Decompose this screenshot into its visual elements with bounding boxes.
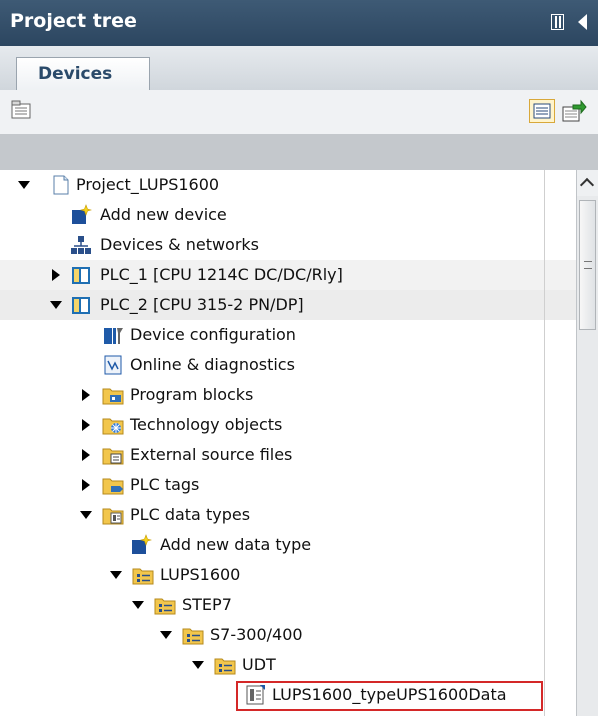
diagnostics-icon: [104, 355, 122, 375]
network-icon: [71, 236, 91, 254]
tree-item-label: Devices & networks: [100, 235, 260, 254]
folder-group-icon: [132, 568, 154, 585]
tree-item-label: Online & diagnostics: [130, 355, 295, 374]
plc-icon: [72, 297, 90, 314]
tree-item-label: PLC tags: [130, 475, 200, 494]
panel-title: Project tree: [10, 10, 137, 32]
expand-arrow-icon[interactable]: [18, 181, 30, 189]
split-view-icon[interactable]: [551, 14, 564, 30]
plc-icon: [72, 267, 90, 284]
tree-item-label: PLC_2 [CPU 315-2 PN/DP]: [100, 295, 304, 314]
tab-devices[interactable]: Devices: [16, 57, 150, 91]
project-tree: Project_LUPS1600 Add new device Devices …: [0, 170, 576, 716]
expand-arrow-icon[interactable]: [192, 661, 204, 669]
tree-item-plc2[interactable]: PLC_2 [CPU 315-2 PN/DP]: [0, 290, 576, 320]
add-datatype-icon: [132, 534, 152, 554]
expand-arrow-icon[interactable]: [82, 449, 90, 461]
tree-item-lups1600[interactable]: LUPS1600: [0, 560, 576, 590]
title-bar: Project tree: [0, 0, 598, 46]
expand-arrow-icon[interactable]: [52, 269, 60, 281]
folder-group-icon: [182, 628, 204, 645]
folder-source-icon: [102, 448, 124, 465]
tree-item-plc1[interactable]: PLC_1 [CPU 1214C DC/DC/Rly]: [0, 260, 576, 290]
device-config-icon: [104, 328, 123, 344]
project-tree-panel: Project tree Devices Project_LUPS1600 Ad…: [0, 0, 598, 716]
show-hierarchy-icon[interactable]: [11, 100, 31, 120]
tree-item-label: Device configuration: [130, 325, 296, 344]
tree-item-online-diagnostics[interactable]: Online & diagnostics: [0, 350, 576, 380]
tree-item-program-blocks[interactable]: Program blocks: [0, 380, 576, 410]
list-view-icon[interactable]: [529, 99, 555, 123]
expand-arrow-icon[interactable]: [80, 511, 92, 519]
expand-arrow-icon[interactable]: [50, 301, 62, 309]
tree-item-udt[interactable]: UDT: [0, 650, 576, 680]
tree-item-udt-type[interactable]: LUPS1600_typeUPS1600Data: [0, 680, 576, 711]
folder-technology-icon: [102, 418, 124, 435]
tree-item-plc-data-types[interactable]: PLC data types: [0, 500, 576, 530]
tree-item-label: PLC data types: [130, 505, 251, 524]
add-device-icon: [72, 204, 92, 224]
tab-strip: Devices: [0, 46, 598, 91]
tree-item-plc-tags[interactable]: PLC tags: [0, 470, 576, 500]
scroll-up-icon[interactable]: [577, 170, 598, 196]
collapse-arrow-icon[interactable]: [578, 14, 587, 30]
filter-band: [0, 134, 598, 170]
tree-item-label: Project_LUPS1600: [76, 175, 220, 194]
toolbar: [0, 90, 598, 134]
tree-item-project[interactable]: Project_LUPS1600: [0, 170, 576, 200]
tree-item-add-new-device[interactable]: Add new device: [0, 200, 576, 230]
folder-tags-icon: [102, 478, 124, 495]
tree-item-technology-objects[interactable]: Technology objects: [0, 410, 576, 440]
tree-item-label: Technology objects: [130, 415, 283, 434]
expand-arrow-icon[interactable]: [110, 571, 122, 579]
folder-group-icon: [154, 598, 176, 615]
project-icon: [53, 175, 69, 195]
folder-datatypes-icon: [102, 508, 124, 525]
tree-item-device-configuration[interactable]: Device configuration: [0, 320, 576, 350]
tree-item-label: Add new device: [100, 205, 227, 224]
tree-item-devices-networks[interactable]: Devices & networks: [0, 230, 576, 260]
expand-arrow-icon[interactable]: [82, 479, 90, 491]
tree-item-label: Program blocks: [130, 385, 254, 404]
expand-arrow-icon[interactable]: [160, 631, 172, 639]
expand-arrow-icon[interactable]: [82, 419, 90, 431]
tab-devices-label: Devices: [38, 64, 113, 84]
tree-item-external-source-files[interactable]: External source files: [0, 440, 576, 470]
expand-arrow-icon[interactable]: [82, 389, 90, 401]
tree-item-step7[interactable]: STEP7: [0, 590, 576, 620]
tree-item-label: UDT: [242, 655, 276, 674]
udt-icon: [246, 685, 265, 705]
tree-item-label: PLC_1 [CPU 1214C DC/DC/Rly]: [100, 265, 343, 284]
export-icon[interactable]: [561, 99, 587, 123]
expand-arrow-icon[interactable]: [132, 601, 144, 609]
column-divider: [544, 170, 545, 716]
scroll-thumb[interactable]: [579, 200, 596, 330]
tree-item-s7-300-400[interactable]: S7-300/400: [0, 620, 576, 650]
tree-item-add-new-data-type[interactable]: Add new data type: [0, 530, 576, 560]
tree-item-label: STEP7: [182, 595, 232, 614]
tree-item-label: External source files: [130, 445, 293, 464]
tree-item-label: LUPS1600_typeUPS1600Data: [272, 685, 507, 704]
folder-blocks-icon: [102, 388, 124, 405]
folder-group-icon: [214, 658, 236, 675]
vertical-scrollbar[interactable]: [576, 170, 598, 716]
tree-item-label: S7-300/400: [210, 625, 303, 644]
tree-item-label: Add new data type: [160, 535, 312, 554]
tree-item-label: LUPS1600: [160, 565, 241, 584]
